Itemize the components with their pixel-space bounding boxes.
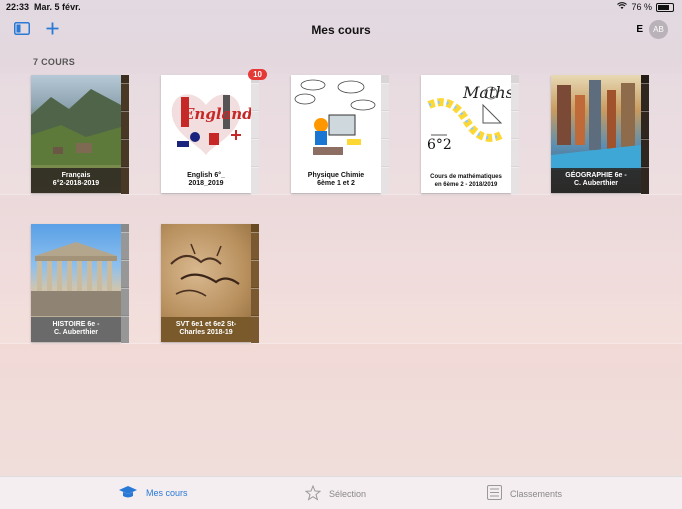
tab-mes-cours[interactable]: Mes cours — [118, 485, 188, 501]
tab-bar: Mes cours Sélection Classements — [0, 476, 682, 509]
tab-selection[interactable]: Sélection — [304, 484, 367, 503]
course-book-francais[interactable]: Français 6°2-2018-2019 — [31, 75, 129, 194]
status-time: 22:33 Mar. 5 févr. — [6, 2, 81, 12]
tab-label: Mes cours — [146, 488, 188, 498]
course-book-maths[interactable]: Maths 6°2 Cours de mathématiques en 6ème… — [421, 75, 519, 194]
star-icon — [304, 484, 322, 503]
cover-subtitle: 6°2 — [427, 137, 452, 153]
course-label: HISTOIRE 6e - C. Auberthier — [31, 316, 121, 342]
course-label: Physique Chimie 6ème 1 et 2 — [291, 167, 381, 193]
nav-bar: Mes cours E AB — [0, 16, 682, 44]
course-cover: England English 6°_ 2018_2019 — [161, 75, 251, 193]
course-cover: Physique Chimie 6ème 1 et 2 — [291, 75, 381, 193]
course-book-svt[interactable]: SVT 6e1 et 6e2 St- Charles 2018-19 — [161, 224, 259, 343]
course-cover: Français 6°2-2018-2019 — [31, 75, 121, 193]
graduation-cap-icon — [118, 485, 138, 501]
course-label: Cours de mathématiques en 6ème 2 - 2018/… — [421, 170, 511, 193]
status-right: 76 % — [617, 2, 674, 12]
wifi-icon — [617, 2, 628, 12]
course-label: GÉOGRAPHIE 6e - C. Auberthier — [551, 167, 641, 193]
user-initial[interactable]: E — [636, 24, 643, 35]
course-label: SVT 6e1 et 6e2 St- Charles 2018-19 — [161, 316, 251, 342]
course-book-geographie[interactable]: GÉOGRAPHIE 6e - C. Auberthier — [551, 75, 649, 194]
course-cover: Maths 6°2 Cours de mathématiques en 6ème… — [421, 75, 511, 193]
course-book-physique[interactable]: Physique Chimie 6ème 1 et 2 — [291, 75, 389, 194]
course-cover: GÉOGRAPHIE 6e - C. Auberthier — [551, 75, 641, 193]
status-bar: 22:33 Mar. 5 févr. 76 % — [0, 0, 682, 14]
cover-title: England — [183, 105, 251, 123]
course-book-histoire[interactable]: HISTOIRE 6e - C. Auberthier — [31, 224, 129, 343]
list-icon — [487, 485, 502, 502]
battery-icon — [656, 2, 674, 12]
avatar[interactable]: AB — [649, 20, 668, 39]
tab-classements[interactable]: Classements — [487, 485, 562, 502]
course-book-english[interactable]: England English 6°_ 2018_2019 10 — [161, 69, 267, 194]
page-title: Mes cours — [311, 23, 371, 37]
tab-label: Classements — [510, 488, 563, 499]
course-count: 7 COURS — [33, 57, 76, 67]
battery-percent: 76 % — [631, 2, 652, 12]
course-label: Français 6°2-2018-2019 — [31, 167, 121, 193]
course-label: English 6°_ 2018_2019 — [161, 167, 251, 193]
notification-badge: 10 — [248, 69, 267, 80]
course-cover: SVT 6e1 et 6e2 St- Charles 2018-19 — [161, 224, 251, 342]
tab-label: Sélection — [329, 489, 367, 499]
cover-title: Maths — [463, 83, 511, 102]
course-cover: HISTOIRE 6e - C. Auberthier — [31, 224, 121, 342]
